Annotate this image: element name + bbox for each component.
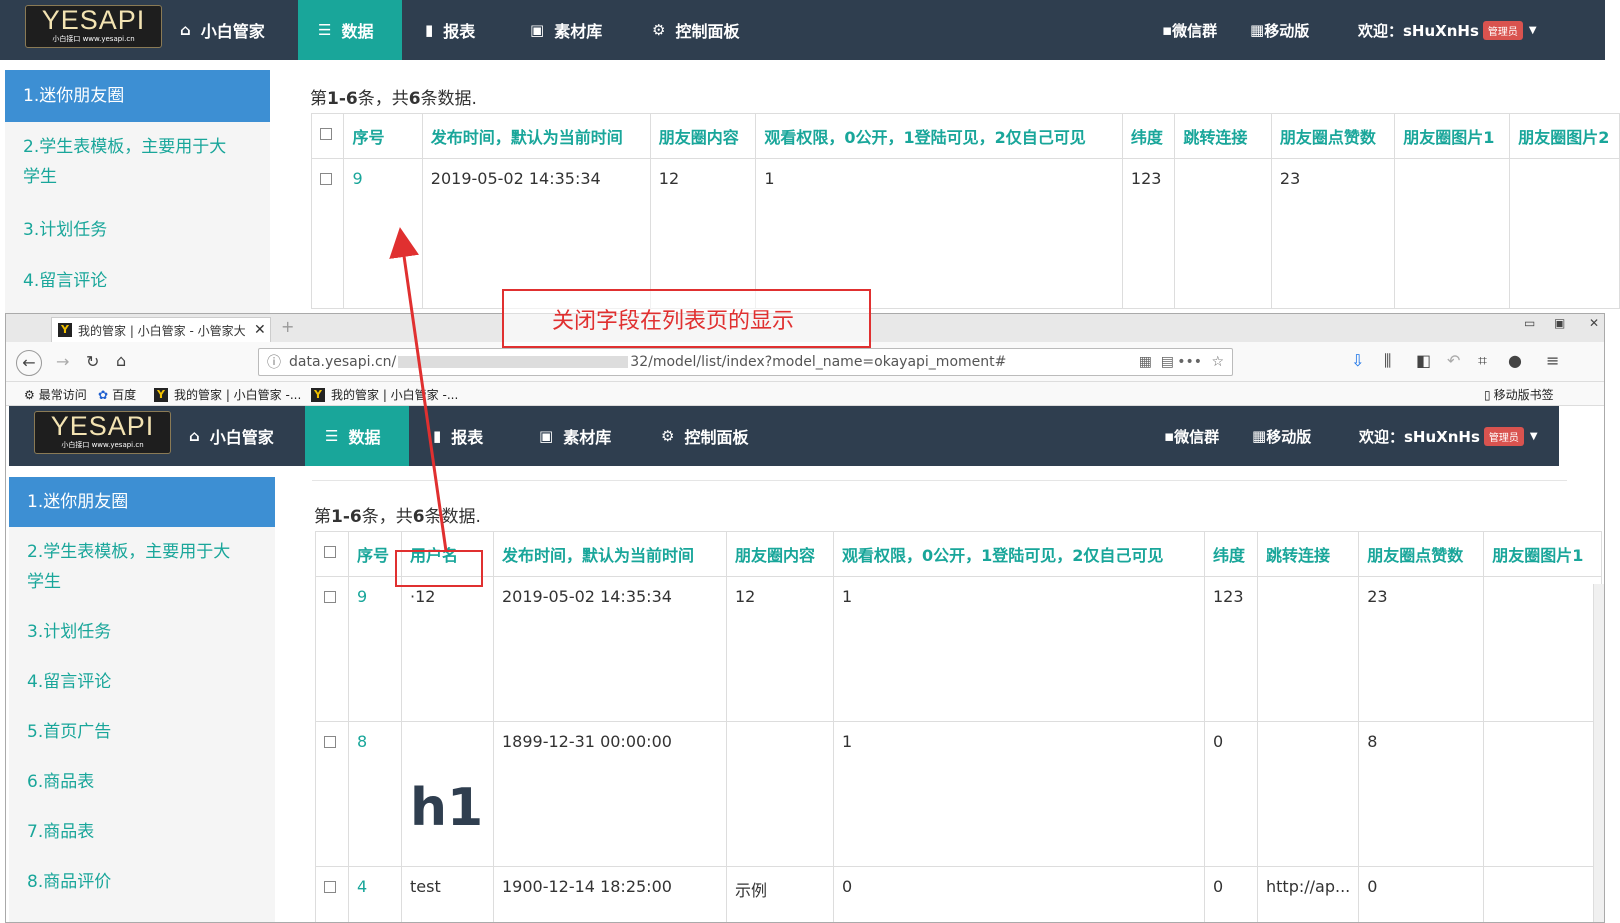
annotation-arrow (389, 227, 448, 552)
